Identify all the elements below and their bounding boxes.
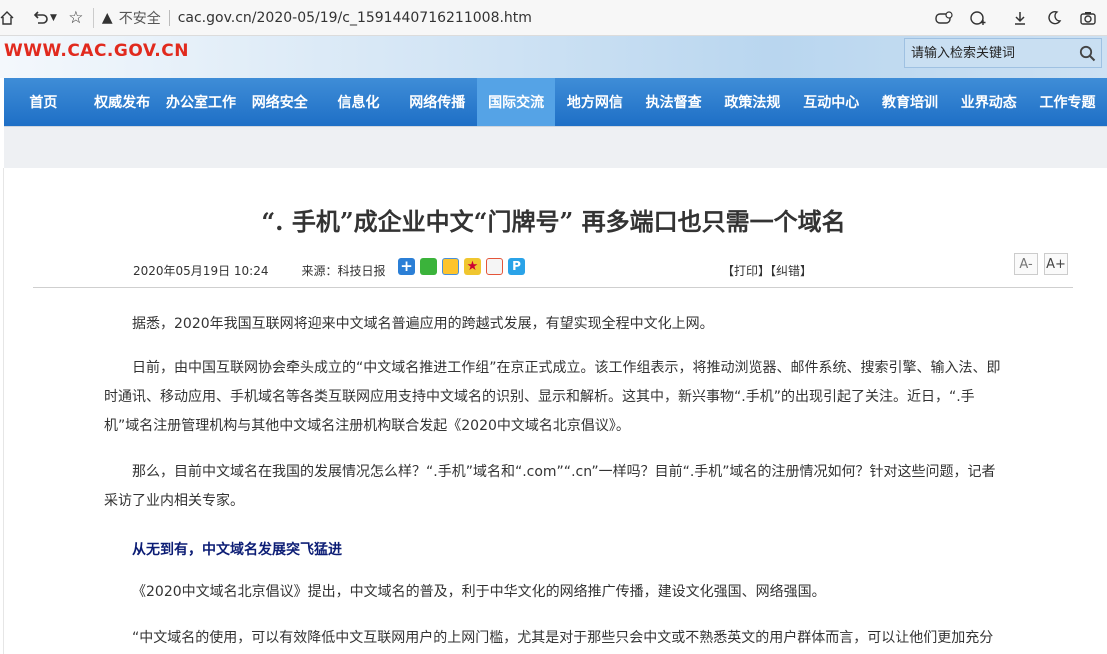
chevron-down-icon[interactable]: ▼: [50, 13, 57, 23]
warning-icon[interactable]: ▲: [102, 10, 113, 26]
share-plus-icon[interactable]: +: [398, 258, 415, 275]
print-link[interactable]: 【打印】: [722, 264, 770, 278]
address-bar[interactable]: cac.gov.cn/2020-05/19/c_1591440716211008…: [178, 10, 532, 26]
star-icon[interactable]: ☆: [63, 5, 89, 31]
divider: [33, 287, 1073, 288]
search-icon: [1079, 45, 1095, 61]
download-icon[interactable]: [1007, 5, 1033, 31]
article-paragraph: 《2020中文域名北京倡议》提出，中文域名的普及，利于中华文化的网络推广传播，建…: [132, 584, 826, 600]
correction-link[interactable]: 【纠错】: [770, 264, 812, 278]
nav-item[interactable]: 首页: [4, 78, 83, 126]
article-paragraph: 日前，由中国互联网协会牵头成立的“中文域名推进工作组”在京正式成立。该工作组表示…: [104, 360, 1001, 434]
nav-item[interactable]: 办公室工作: [162, 78, 241, 126]
site-header: WWW.CAC.GOV.CN: [0, 36, 1107, 78]
nav-item[interactable]: 教育培训: [871, 78, 950, 126]
nav-item[interactable]: 互动中心: [792, 78, 871, 126]
add-favorite-icon[interactable]: [965, 5, 991, 31]
font-smaller-button[interactable]: A-: [1014, 253, 1038, 275]
nav-item[interactable]: 信息化: [319, 78, 398, 126]
article-title: “. 手机”成企业中文“门牌号” 再多端口也只需一个域名: [261, 207, 846, 236]
nav-item[interactable]: 网络传播: [398, 78, 477, 126]
article-datetime: 2020年05月19日 10:24: [133, 264, 269, 278]
game-controller-icon[interactable]: [931, 5, 957, 31]
nav-item[interactable]: 工作专题: [1028, 78, 1107, 126]
divider: [3, 168, 4, 654]
font-larger-button[interactable]: A+: [1044, 253, 1068, 275]
search-button[interactable]: [1073, 39, 1101, 67]
banner-strip: [4, 126, 1107, 168]
favorite-star-icon[interactable]: ★: [464, 258, 481, 275]
qzone-icon[interactable]: [442, 258, 459, 275]
security-label[interactable]: 不安全: [119, 8, 161, 28]
share-bar: + ★ P: [398, 258, 525, 275]
share-p-icon[interactable]: P: [508, 258, 525, 275]
search-box: [904, 38, 1102, 68]
article-paragraph: 那么，目前中文域名在我国的发展情况怎么样？“.手机”域名和“.com”“.cn”…: [104, 464, 996, 509]
nav-item[interactable]: 国际交流: [476, 78, 556, 126]
article-paragraph: 据悉，2020年我国互联网将迎来中文域名普遍应用的跨越式发展，有望实现全程中文化…: [132, 316, 714, 332]
article-source: 来源：科技日报: [301, 264, 386, 278]
nav-item[interactable]: 政策法规: [713, 78, 792, 126]
article-tools: 【打印】【纠错】: [722, 262, 812, 279]
divider: [168, 9, 170, 26]
nav-item[interactable]: 执法督查: [634, 78, 713, 126]
nav-item[interactable]: 网络安全: [240, 78, 319, 126]
nav-item[interactable]: 权威发布: [83, 78, 162, 126]
article-paragraph: “中文域名的使用，可以有效降低中文互联网用户的上网门槛，尤其是对于那些只会中文或…: [132, 630, 994, 646]
nav-item[interactable]: 业界动态: [949, 78, 1028, 126]
camera-icon[interactable]: [1075, 5, 1101, 31]
home-icon[interactable]: [0, 5, 20, 31]
browser-toolbar: ▼ ☆ ▲ 不安全 cac.gov.cn/2020-05/19/c_159144…: [0, 0, 1107, 36]
moon-icon[interactable]: [1041, 5, 1067, 31]
browser-actions: [931, 5, 1101, 31]
nav-item[interactable]: 地方网信: [555, 78, 634, 126]
weibo-icon[interactable]: [486, 258, 503, 275]
search-input[interactable]: [905, 39, 1073, 67]
main-nav: 首页 权威发布 办公室工作 网络安全 信息化 网络传播 国际交流 地方网信 执法督查 政策法规 互动…: [4, 78, 1107, 126]
wechat-icon[interactable]: [420, 258, 437, 275]
divider: [92, 7, 94, 28]
site-logo[interactable]: WWW.CAC.GOV.CN: [4, 41, 189, 61]
article-meta: 2020年05月19日 10:24 来源：科技日报: [133, 262, 386, 279]
font-size-controls: A- A+: [1014, 253, 1068, 275]
article-subheading: 从无到有，中文域名发展突飞猛进: [132, 542, 342, 558]
